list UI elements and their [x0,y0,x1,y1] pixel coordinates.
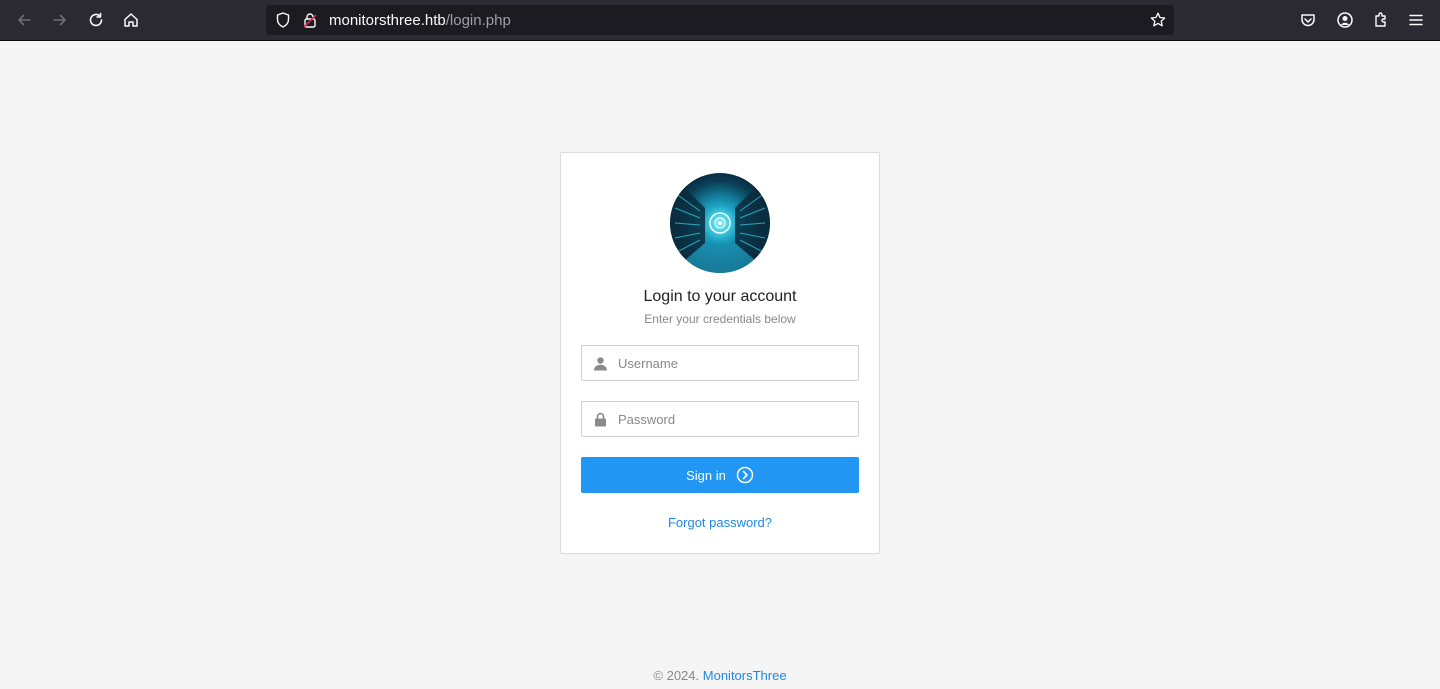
password-field[interactable] [581,401,859,437]
brand-link[interactable]: MonitorsThree [703,668,787,683]
home-icon[interactable] [119,8,143,32]
tracking-shield-icon[interactable] [274,11,292,29]
login-card: Login to your account Enter your credent… [560,152,880,554]
login-subtitle: Enter your credentials below [644,312,796,326]
pocket-icon[interactable] [1296,8,1320,32]
login-title: Login to your account [643,288,797,305]
back-icon[interactable] [12,8,36,32]
sign-in-label: Sign in [686,467,726,483]
user-icon [594,357,607,371]
reload-icon[interactable] [84,8,108,32]
footer: © 2024. MonitorsThree [0,668,1440,683]
sign-in-button[interactable]: Sign in [581,457,859,493]
extensions-icon[interactable] [1369,8,1393,32]
lock-icon [595,412,606,427]
arrow-circle-right-icon [736,466,754,484]
url-path: /login.php [445,12,511,29]
url-text[interactable]: monitorsthree.htb/login.php [329,12,511,29]
browser-toolbar: monitorsthree.htb/login.php [0,0,1440,41]
insecure-lock-icon[interactable] [301,11,319,29]
server-room-logo [670,173,770,273]
bookmark-star-icon[interactable] [1149,11,1167,29]
copyright-text: © 2024. [653,668,700,683]
account-icon[interactable] [1333,8,1357,32]
url-host: monitorsthree.htb [329,12,446,29]
menu-icon[interactable] [1404,8,1428,32]
forgot-password-link[interactable]: Forgot password? [561,515,879,530]
password-input[interactable] [618,402,856,436]
forward-icon[interactable] [48,8,72,32]
url-bar[interactable]: monitorsthree.htb/login.php [266,5,1174,35]
username-input[interactable] [618,346,856,380]
username-field[interactable] [581,345,859,381]
